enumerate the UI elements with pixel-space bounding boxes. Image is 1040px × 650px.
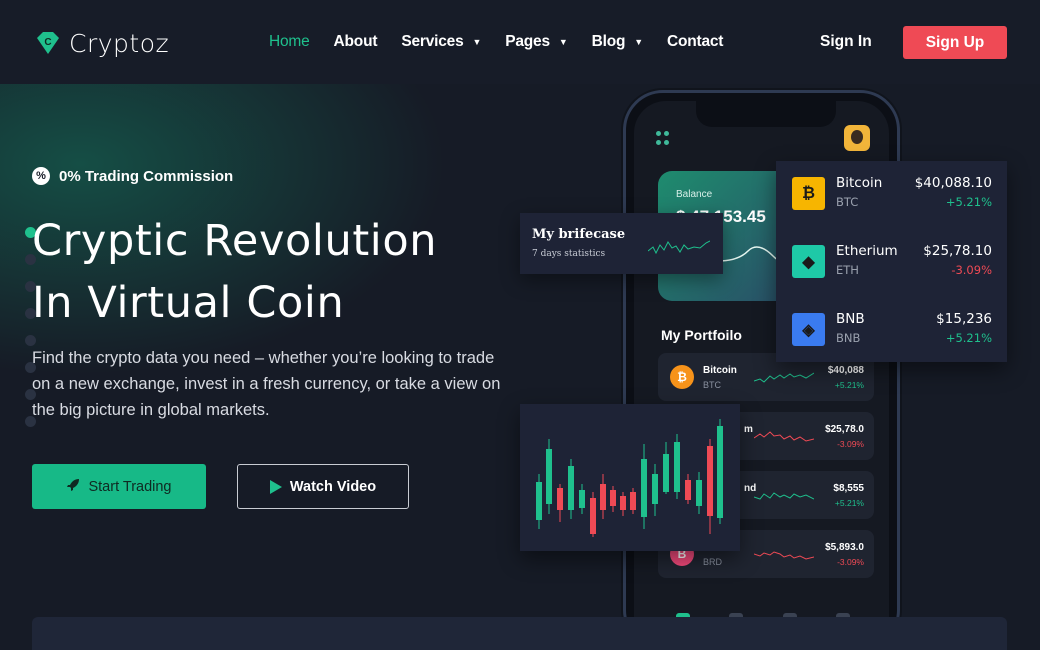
brand-name: Cryptoz bbox=[69, 28, 170, 58]
rocket-icon bbox=[66, 478, 80, 496]
candlestick-chart-icon bbox=[536, 419, 723, 537]
diamond-logo-icon: C bbox=[37, 32, 59, 54]
nav-pages[interactable]: Pages ▼ bbox=[505, 33, 568, 51]
portfolio-symbol: BTC bbox=[703, 380, 721, 390]
watch-video-label: Watch Video bbox=[289, 478, 377, 495]
nav-blog-label: Blog bbox=[591, 33, 626, 50]
market-symbol: ETH bbox=[836, 263, 859, 277]
sign-in-link[interactable]: Sign In bbox=[820, 33, 872, 51]
nav-about[interactable]: About bbox=[334, 33, 378, 51]
market-name: BNB bbox=[836, 311, 865, 327]
chevron-down-icon: ▼ bbox=[634, 37, 643, 47]
bitcoin-icon: ₿ bbox=[670, 365, 694, 389]
chevron-down-icon: ▼ bbox=[558, 37, 568, 47]
portfolio-change: -3.09% bbox=[837, 439, 864, 449]
play-icon bbox=[269, 479, 282, 494]
briefcase-subtitle: 7 days statistics bbox=[532, 249, 606, 259]
svg-text:C: C bbox=[44, 37, 51, 48]
start-trading-label: Start Trading bbox=[88, 478, 172, 495]
market-row[interactable]: ◆ Etherium ETH $25,78.10 -3.09% bbox=[792, 241, 992, 281]
grid-menu-icon[interactable] bbox=[656, 131, 670, 145]
briefcase-card: My brifecase 7 days statistics bbox=[520, 213, 723, 274]
market-change: +5.21% bbox=[945, 331, 992, 345]
sparkline-icon bbox=[754, 551, 814, 560]
nav-contact-label: Contact bbox=[666, 33, 724, 50]
market-value: $25,78.10 bbox=[923, 243, 992, 259]
portfolio-value: $5,893.0 bbox=[825, 542, 864, 553]
chevron-down-icon: ▼ bbox=[472, 37, 482, 47]
portfolio-change: -3.09% bbox=[837, 557, 864, 567]
logo[interactable]: C Cryptoz bbox=[33, 28, 169, 58]
hero-title: Cryptic Revolution In Virtual Coin bbox=[32, 210, 437, 334]
portfolio-title: My Portfoilo bbox=[661, 327, 742, 343]
nav-services[interactable]: Services ▼ bbox=[401, 33, 481, 51]
site-header: C Cryptoz Home About Services ▼ Pages ▼ Bl… bbox=[0, 0, 1040, 84]
market-prices-card: ₿ Bitcoin BTC $40,088.10 +5.21% ◆ Etheri… bbox=[776, 161, 1007, 362]
main-nav: Home About Services ▼ Pages ▼ Blog ▼ Contac… bbox=[269, 33, 747, 51]
market-symbol: BTC bbox=[836, 195, 859, 209]
briefcase-title: My brifecase bbox=[532, 227, 626, 242]
balance-label: Balance bbox=[676, 189, 713, 200]
market-change: -3.09% bbox=[951, 263, 992, 277]
bnb-icon: ◈ bbox=[792, 313, 825, 346]
market-row[interactable]: ₿ Bitcoin BTC $40,088.10 +5.21% bbox=[792, 173, 992, 213]
nav-contact[interactable]: Contact bbox=[667, 33, 723, 51]
portfolio-change: +5.21% bbox=[834, 380, 864, 390]
nav-home[interactable]: Home bbox=[269, 33, 310, 51]
bottom-panel bbox=[32, 617, 1007, 650]
avatar[interactable] bbox=[844, 125, 870, 151]
hero-description: Find the crypto data you need – whether … bbox=[32, 349, 501, 419]
sign-up-button[interactable]: Sign Up bbox=[903, 26, 1007, 59]
hero-title-line1: Cryptic Revolution bbox=[32, 216, 438, 266]
portfolio-value: $8,555 bbox=[833, 483, 864, 494]
start-trading-button[interactable]: Start Trading bbox=[32, 464, 206, 509]
market-name: Bitcoin bbox=[836, 175, 883, 191]
watch-video-button[interactable]: Watch Video bbox=[237, 464, 409, 509]
market-value: $40,088.10 bbox=[914, 175, 992, 191]
portfolio-change: +5.21% bbox=[834, 498, 864, 508]
commission-text: 0% Trading Commission bbox=[59, 167, 234, 185]
market-change: +5.21% bbox=[945, 195, 992, 209]
sparkline-icon bbox=[754, 431, 814, 442]
portfolio-value: $25,78.0 bbox=[825, 424, 864, 435]
commission-badge: % 0% Trading Commission bbox=[32, 167, 233, 185]
market-name: Etherium bbox=[836, 243, 898, 259]
ethereum-icon: ◆ bbox=[792, 245, 825, 278]
nav-services-label: Services bbox=[401, 33, 464, 50]
market-row[interactable]: ◈ BNB BNB $15,236 +5.21% bbox=[792, 309, 992, 349]
sparkline-icon bbox=[754, 372, 814, 383]
sparkline-icon bbox=[754, 492, 814, 500]
market-symbol: BNB bbox=[836, 331, 861, 345]
candlestick-illustration bbox=[520, 404, 740, 551]
portfolio-symbol: BRD bbox=[703, 557, 723, 567]
nav-about-label: About bbox=[333, 33, 378, 50]
phone-notch bbox=[696, 101, 836, 127]
nav-home-label: Home bbox=[269, 33, 310, 50]
bitcoin-icon: ₿ bbox=[792, 177, 825, 210]
market-value: $15,236 bbox=[936, 311, 992, 327]
percent-icon: % bbox=[32, 167, 50, 185]
portfolio-name: Bitcoin bbox=[703, 365, 737, 376]
nav-blog[interactable]: Blog ▼ bbox=[591, 33, 644, 51]
hero-title-line2: In Virtual Coin bbox=[32, 278, 345, 328]
nav-pages-label: Pages bbox=[505, 33, 550, 50]
portfolio-value: $40,088 bbox=[827, 365, 864, 376]
portfolio-name: m bbox=[744, 424, 753, 435]
briefcase-sparkline-icon bbox=[648, 240, 710, 255]
